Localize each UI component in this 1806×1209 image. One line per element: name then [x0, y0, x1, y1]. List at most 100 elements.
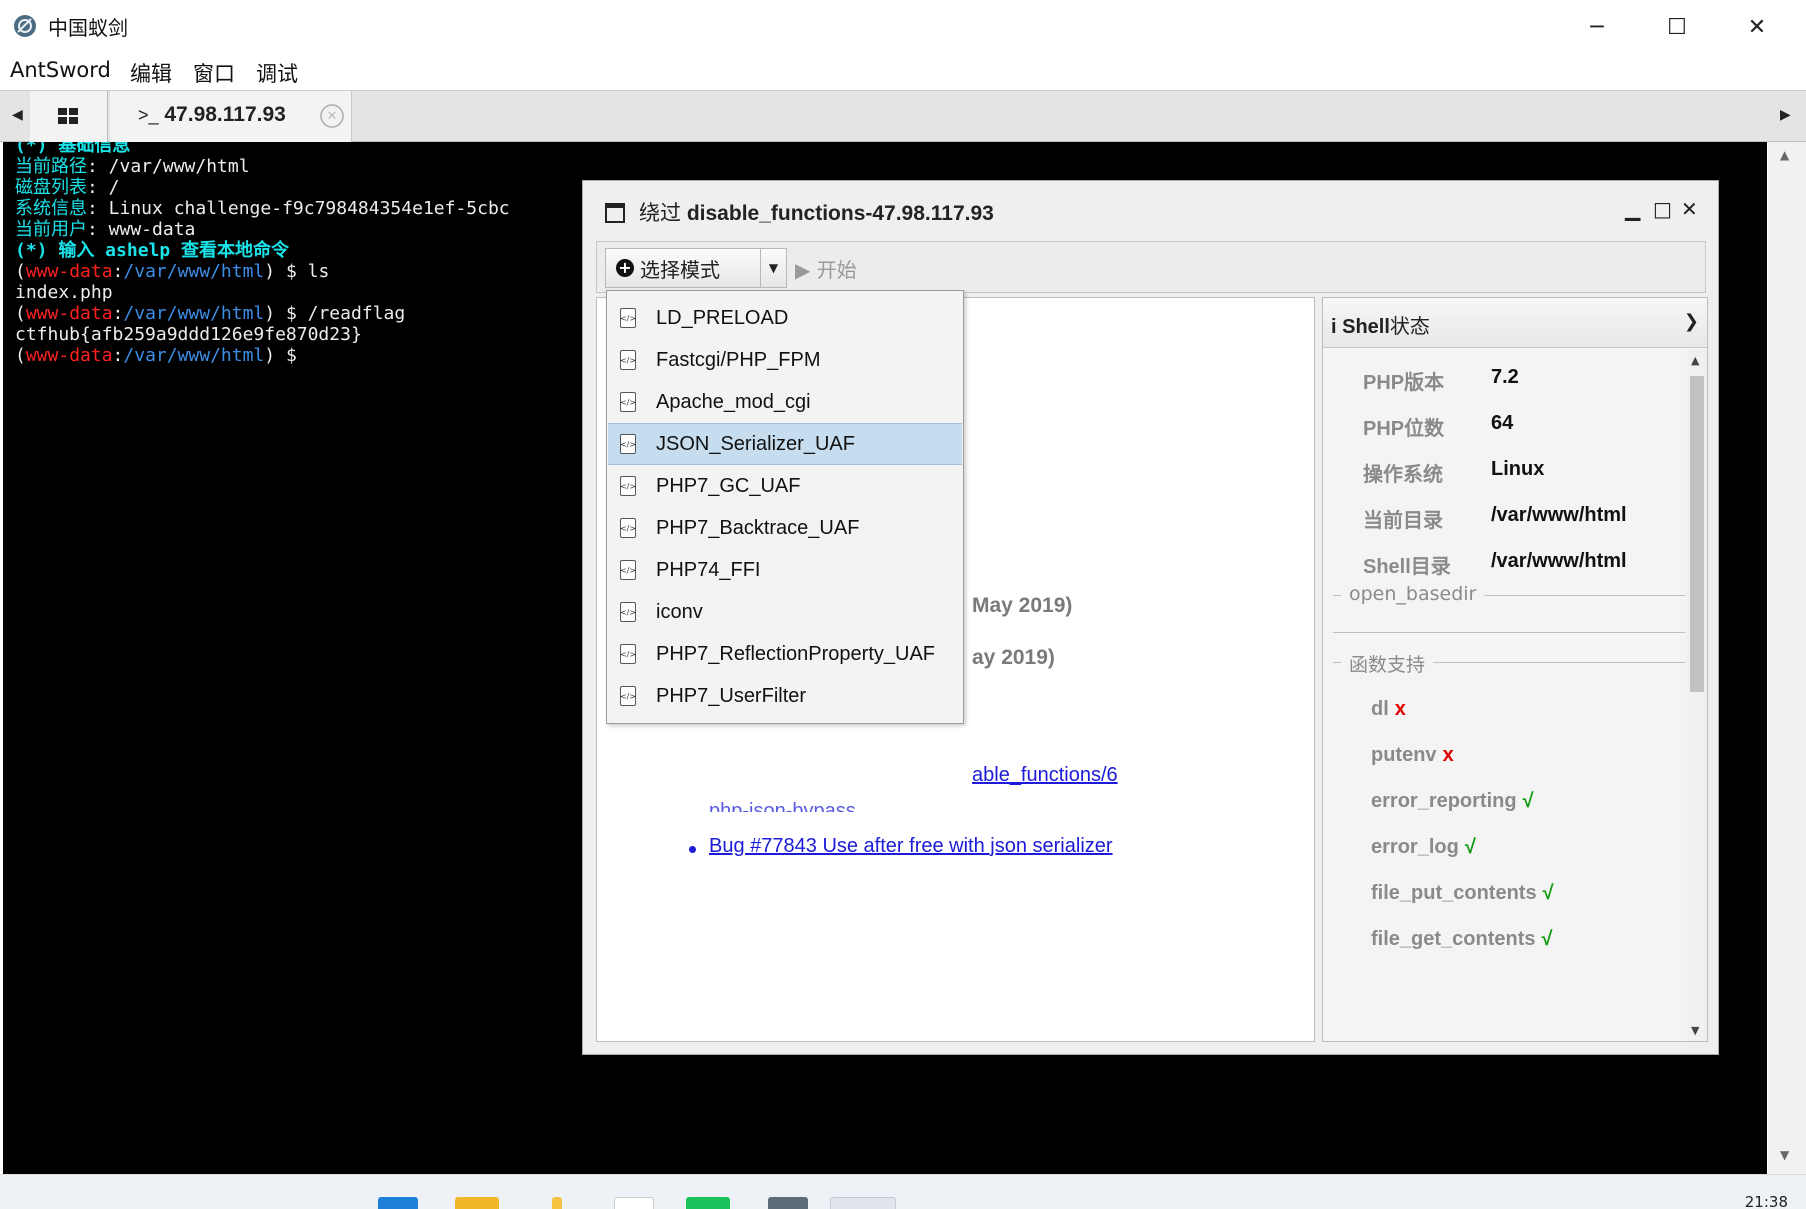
supported-check-icon: √: [1464, 836, 1476, 858]
terminal-text: index.php: [15, 282, 113, 303]
panel-scroll-thumb[interactable]: [1690, 376, 1704, 692]
menu-debug[interactable]: 调试: [256, 58, 298, 88]
info-key-os: 操作系统: [1363, 464, 1443, 486]
terminal-text: ) $: [264, 345, 297, 366]
mode-option[interactable]: </> PHP74_FFI: [608, 549, 962, 591]
select-mode-button[interactable]: + 选择模式: [605, 248, 761, 288]
function-name: file_get_contents: [1371, 928, 1536, 950]
panel-scrollbar[interactable]: ▲ ▼: [1687, 350, 1707, 1041]
menu-antsword[interactable]: AntSword: [10, 58, 111, 82]
open-basedir-legend: open_basedir: [1341, 583, 1485, 605]
function-name: file_put_contents: [1371, 882, 1537, 904]
terminal-text: www-data: [25, 303, 113, 324]
info-key-php-bits: PHP位数: [1363, 418, 1445, 440]
tab-shell[interactable]: >_ 47.98.117.93 ✕: [110, 91, 352, 142]
terminal-text: : /var/www/html: [87, 156, 250, 177]
terminal-text: 系统信息: [15, 198, 87, 219]
terminal-text: (*) 基础信息: [15, 142, 131, 156]
mode-option-label: JSON_Serializer_UAF: [656, 432, 855, 455]
code-file-icon: </>: [620, 602, 636, 622]
window-minimize-button[interactable]: ─: [1582, 12, 1612, 42]
window-icon: [605, 203, 625, 223]
mode-option[interactable]: </> Apache_mod_cgi: [608, 381, 962, 423]
wechat-icon[interactable]: [686, 1197, 730, 1209]
pinned-app-icon[interactable]: [552, 1197, 562, 1209]
info-icon: i: [1331, 316, 1337, 338]
browser-icon[interactable]: [614, 1197, 654, 1209]
code-file-icon: </>: [620, 560, 636, 580]
shell-status-title: i Shell状态: [1331, 310, 1430, 339]
terminal-text: : /: [87, 177, 120, 198]
bug-report-link[interactable]: Bug #77843 Use after free with json seri…: [709, 835, 1113, 858]
mode-option-label: PHP7_Backtrace_UAF: [656, 516, 860, 539]
reference-link[interactable]: able_functions/6: [972, 764, 1118, 787]
reference-link-obscured[interactable]: php-json-bypass: [709, 800, 856, 812]
window-maximize-button[interactable]: ☐: [1662, 12, 1692, 42]
scroll-down-icon[interactable]: ▼: [1780, 1148, 1789, 1162]
terminal-text: ) $ /readflag: [264, 303, 406, 324]
grid-icon: [57, 107, 78, 124]
dialog-title-prefix: 绕过: [639, 202, 681, 225]
tab-shell-label: >_ 47.98.117.93: [138, 103, 286, 127]
menu-edit[interactable]: 编辑: [130, 58, 172, 88]
terminal-text: (: [15, 261, 26, 282]
taskbar-app-icon[interactable]: [768, 1197, 808, 1209]
system-clock[interactable]: 21:38: [1745, 1193, 1788, 1209]
mode-option-label: PHP7_UserFilter: [656, 684, 807, 707]
start-menu-icon[interactable]: [378, 1197, 418, 1209]
terminal-scrollbar[interactable]: ▲ ▼: [1768, 142, 1806, 1174]
mode-option[interactable]: </> LD_PRELOAD: [608, 297, 962, 339]
terminal-text: www-data: [25, 261, 113, 282]
tab-bar: ◀ >_ 47.98.117.93 ✕ ▶: [0, 90, 1806, 142]
dialog-minimize-button[interactable]: ▁: [1625, 197, 1640, 221]
terminal-text: /var/www/html: [123, 303, 265, 324]
mode-dropdown-menu: </> LD_PRELOAD </> Fastcgi/PHP_FPM </> Apache…: [606, 290, 964, 724]
info-key-current-dir: 当前目录: [1363, 510, 1443, 532]
function-status-file-put-contents: file_put_contents √: [1371, 882, 1554, 905]
start-button[interactable]: ▶ 开始: [795, 254, 857, 283]
mode-option[interactable]: </> JSON_Serializer_UAF: [608, 423, 962, 465]
function-status-error-log: error_log √: [1371, 836, 1476, 859]
menu-window[interactable]: 窗口: [193, 58, 235, 88]
terminal-text: : www-data: [87, 219, 196, 240]
select-mode-dropdown-toggle[interactable]: ▼: [761, 248, 787, 288]
supported-check-icon: √: [1542, 882, 1554, 904]
info-value-php-version: 7.2: [1491, 366, 1519, 388]
mode-option[interactable]: </> PHP7_GC_UAF: [608, 465, 962, 507]
menu-bar: AntSword 编辑 窗口 调试: [0, 52, 1806, 90]
scroll-up-icon[interactable]: ▲: [1691, 354, 1699, 367]
supported-check-icon: √: [1522, 790, 1534, 812]
terminal-text: ) $ ls: [264, 261, 330, 282]
tab-scroll-left-icon[interactable]: ◀: [12, 107, 23, 123]
terminal-text: 当前路径: [15, 156, 87, 177]
mode-option-label: iconv: [656, 600, 703, 623]
shell-status-header[interactable]: i Shell状态 ❯: [1323, 298, 1707, 348]
mode-option[interactable]: </> PHP7_Backtrace_UAF: [608, 507, 962, 549]
code-file-icon: </>: [620, 518, 636, 538]
tab-home[interactable]: [30, 91, 108, 142]
dialog-maximize-button[interactable]: □: [1653, 197, 1672, 221]
antsword-taskbar-icon[interactable]: [830, 1197, 896, 1209]
scroll-up-icon[interactable]: ▲: [1780, 148, 1789, 162]
tab-close-icon[interactable]: ✕: [320, 104, 344, 128]
app-title: 中国蚁剑: [48, 16, 128, 40]
dialog-title-main: disable_functions-47.98.117.93: [686, 202, 994, 225]
mode-option[interactable]: </> Fastcgi/PHP_FPM: [608, 339, 962, 381]
dialog-toolbar: + 选择模式 ▼ ▶ 开始: [596, 241, 1706, 293]
mode-option[interactable]: </> iconv: [608, 591, 962, 633]
title-bar: 中国蚁剑 ─ ☐ ✕: [0, 0, 1806, 52]
mode-option[interactable]: </> PHP7_UserFilter: [608, 675, 962, 717]
tab-shell-host: 47.98.117.93: [164, 103, 286, 126]
code-file-icon: </>: [620, 686, 636, 706]
file-explorer-icon[interactable]: [455, 1197, 499, 1209]
info-value-php-bits: 64: [1491, 412, 1514, 434]
terminal-text: /var/www/html: [123, 261, 265, 282]
mode-option-label: Apache_mod_cgi: [656, 390, 811, 413]
window-close-button[interactable]: ✕: [1742, 12, 1772, 42]
mode-option-label: PHP74_FFI: [656, 558, 761, 581]
dialog-close-button[interactable]: ✕: [1681, 197, 1698, 221]
scroll-down-icon[interactable]: ▼: [1691, 1024, 1699, 1037]
collapse-panel-icon[interactable]: ❯: [1684, 311, 1699, 332]
mode-option[interactable]: </> PHP7_ReflectionProperty_UAF: [608, 633, 962, 675]
tab-scroll-right-icon[interactable]: ▶: [1780, 107, 1791, 123]
